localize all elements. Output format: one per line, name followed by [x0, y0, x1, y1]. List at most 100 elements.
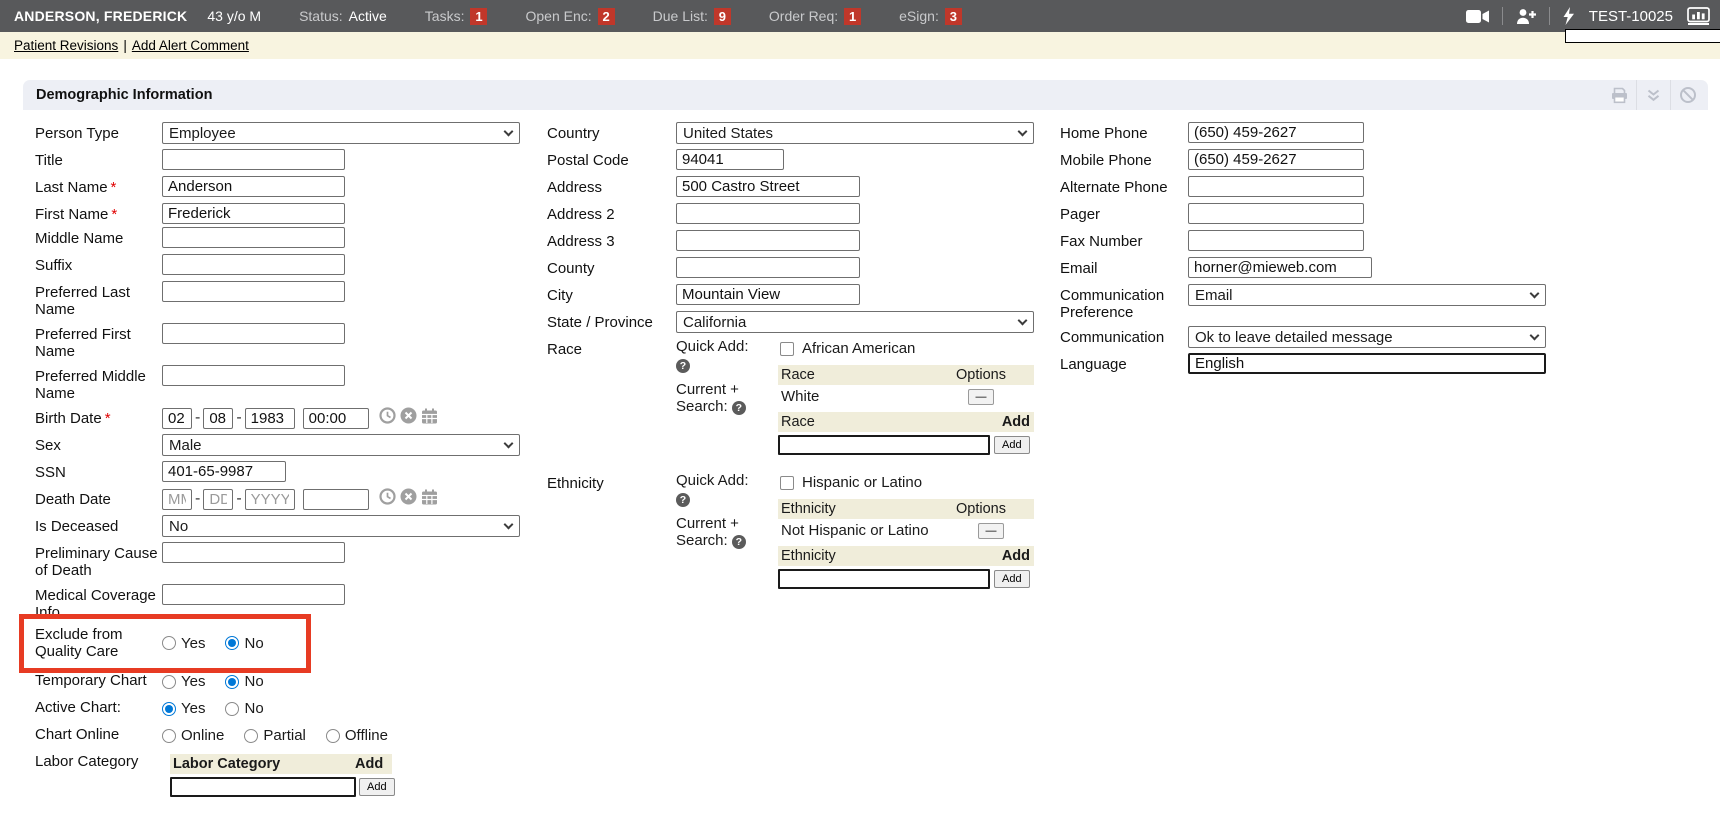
address3-input[interactable]	[676, 230, 860, 251]
clock-icon[interactable]	[379, 407, 396, 429]
person-type-select[interactable]: Employee	[162, 122, 520, 144]
labor-category-input[interactable]	[170, 777, 356, 797]
pager-input[interactable]	[1188, 203, 1364, 224]
ethnicity-add-button[interactable]: Add	[994, 570, 1030, 588]
clock-icon[interactable]	[379, 488, 396, 510]
due-list-counter[interactable]: Due List:9	[653, 8, 731, 25]
disable-icon[interactable]	[1670, 80, 1704, 110]
birth-year-input[interactable]	[245, 408, 295, 429]
open-enc-counter[interactable]: Open Enc:2	[525, 8, 614, 25]
prelim-cause-input[interactable]	[162, 542, 345, 563]
is-deceased-select[interactable]: No	[162, 515, 520, 537]
print-icon[interactable]	[1602, 80, 1636, 110]
last-name-input[interactable]	[162, 176, 345, 197]
video-camera-icon[interactable]	[1466, 9, 1490, 24]
alternate-phone-input[interactable]	[1188, 176, 1364, 197]
lightning-bolt-icon[interactable]	[1562, 7, 1575, 25]
address3-label: Address 3	[547, 230, 676, 252]
preferred-first-input[interactable]	[162, 323, 345, 344]
state-select[interactable]: California	[676, 311, 1034, 333]
clear-date-icon[interactable]	[400, 488, 417, 510]
death-month-input[interactable]	[162, 489, 192, 510]
ethnicity-add-input[interactable]	[778, 569, 990, 589]
home-phone-input[interactable]	[1188, 122, 1364, 143]
temporary-chart-no-radio[interactable]	[225, 675, 239, 689]
open-enc-badge[interactable]: 2	[598, 8, 615, 25]
african-american-checkbox[interactable]	[780, 342, 794, 356]
title-label: Title	[35, 149, 162, 171]
hispanic-latino-checkbox[interactable]	[780, 476, 794, 490]
tasks-badge[interactable]: 1	[470, 8, 487, 25]
first-name-input[interactable]	[162, 203, 345, 224]
sex-select[interactable]: Male	[162, 434, 520, 456]
chart-online-partial-radio[interactable]	[244, 729, 258, 743]
race-add-input[interactable]	[778, 435, 990, 455]
death-year-input[interactable]	[245, 489, 295, 510]
ssn-label: SSN	[35, 461, 162, 483]
active-chart-yes-radio[interactable]	[162, 702, 176, 716]
active-chart-no-radio[interactable]	[225, 702, 239, 716]
county-input[interactable]	[676, 257, 860, 278]
home-phone-label: Home Phone	[1060, 122, 1188, 144]
add-person-icon[interactable]	[1515, 8, 1537, 25]
birth-time-input[interactable]	[303, 408, 369, 429]
birth-day-input[interactable]	[203, 408, 233, 429]
calendar-icon[interactable]	[421, 489, 438, 510]
order-req-badge[interactable]: 1	[844, 8, 861, 25]
help-icon[interactable]: ?	[676, 359, 690, 373]
esign-badge[interactable]: 3	[945, 8, 962, 25]
exclude-quality-no-radio[interactable]	[225, 636, 239, 650]
mobile-phone-input[interactable]	[1188, 149, 1364, 170]
ethnicity-remove-button[interactable]: —	[978, 523, 1004, 539]
esign-counter[interactable]: eSign:3	[899, 8, 962, 25]
preferred-middle-input[interactable]	[162, 365, 345, 386]
calendar-icon[interactable]	[421, 408, 438, 429]
labor-add-button[interactable]: Add	[359, 778, 395, 796]
race-remove-button[interactable]: —	[968, 389, 994, 405]
help-icon[interactable]: ?	[676, 493, 690, 507]
chart-online-offline-radio[interactable]	[326, 729, 340, 743]
address2-input[interactable]	[676, 203, 860, 224]
preferred-last-input[interactable]	[162, 281, 345, 302]
temporary-chart-yes-radio[interactable]	[162, 675, 176, 689]
country-select[interactable]: United States	[676, 122, 1034, 144]
clear-date-icon[interactable]	[400, 407, 417, 429]
race-add-button[interactable]: Add	[994, 436, 1030, 454]
tasks-counter[interactable]: Tasks:1	[425, 8, 488, 25]
fax-number-input[interactable]	[1188, 230, 1364, 251]
add-alert-comment-link[interactable]: Add Alert Comment	[132, 38, 249, 53]
language-input[interactable]	[1188, 353, 1546, 374]
race-add-header: Add	[1002, 414, 1034, 430]
chevron-down-icon	[504, 519, 514, 529]
race-options-header: Options	[931, 367, 1031, 383]
comm-pref-select[interactable]: Email	[1188, 284, 1546, 306]
death-day-input[interactable]	[203, 489, 233, 510]
ethnicity-label: Ethnicity	[547, 472, 676, 590]
birth-month-input[interactable]	[162, 408, 192, 429]
help-icon[interactable]: ?	[732, 401, 746, 415]
address-input[interactable]	[676, 176, 860, 197]
first-name-label: First Name*	[35, 203, 162, 225]
email-input[interactable]	[1188, 257, 1372, 278]
row-preferred-first: Preferred First Name	[35, 323, 547, 360]
title-input[interactable]	[162, 149, 345, 170]
patient-revisions-link[interactable]: Patient Revisions	[14, 38, 118, 53]
city-input[interactable]	[676, 284, 860, 305]
collapse-icon[interactable]	[1636, 80, 1670, 110]
bar-chart-icon[interactable]	[1687, 7, 1710, 25]
middle-name-input[interactable]	[162, 227, 345, 248]
chart-online-label: Chart Online	[35, 723, 162, 745]
postal-code-input[interactable]	[676, 149, 784, 170]
race-add-col-header: Race	[778, 414, 1002, 430]
communication-select[interactable]: Ok to leave detailed message	[1188, 326, 1546, 348]
suffix-input[interactable]	[162, 254, 345, 275]
death-time-input[interactable]	[303, 489, 369, 510]
due-list-badge[interactable]: 9	[714, 8, 731, 25]
help-icon[interactable]: ?	[732, 535, 746, 549]
order-req-counter[interactable]: Order Req:1	[769, 8, 861, 25]
medical-coverage-input[interactable]	[162, 584, 345, 605]
chart-online-online-radio[interactable]	[162, 729, 176, 743]
ssn-input[interactable]	[162, 461, 286, 482]
country-label: Country	[547, 122, 676, 144]
exclude-quality-yes-radio[interactable]	[162, 636, 176, 650]
